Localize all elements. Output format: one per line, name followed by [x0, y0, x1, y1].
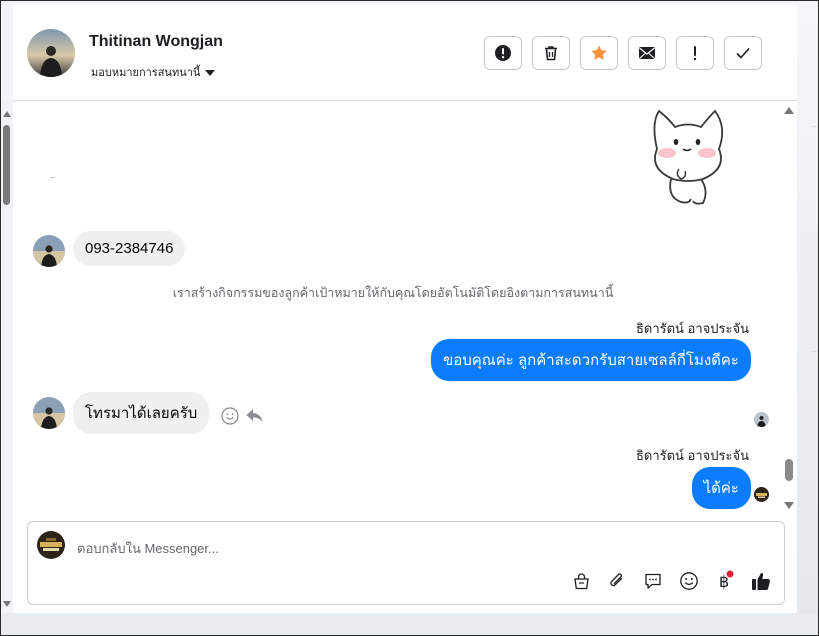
emoji-icon[interactable]: [678, 570, 700, 592]
cat-sticker: [653, 109, 724, 205]
delete-button[interactable]: [532, 36, 570, 70]
thread-scroll-up-icon[interactable]: [784, 107, 794, 114]
check-icon: [736, 47, 750, 59]
alert-circle-icon: [495, 45, 511, 61]
page-avatar: [37, 531, 65, 559]
page-avatar-small: [754, 487, 769, 502]
reply-input[interactable]: ตอบกลับใน Messenger...: [77, 538, 219, 559]
reply-arrow-icon[interactable]: [245, 407, 264, 424]
contact-avatar[interactable]: [27, 29, 75, 77]
caret-down-icon: [205, 70, 216, 77]
reply-composer[interactable]: ตอบกลับใน Messenger... ฿: [27, 521, 785, 605]
mark-done-button[interactable]: [724, 36, 762, 70]
assign-label: มอบหมายการสนทนานี้: [91, 67, 201, 79]
system-note: เราสร้างกิจกรรมของลูกค้าเป้าหมายให้กับคุ…: [172, 286, 614, 300]
shopping-bag-icon[interactable]: [570, 570, 592, 592]
outgoing-message[interactable]: ขอบคุณค่ะ ลูกค้าสะดวกรับสายเซลล์กี่โมงดี…: [430, 339, 751, 381]
right-edge: [797, 1, 818, 635]
mark-spam-button[interactable]: [484, 36, 522, 70]
star-button[interactable]: [580, 36, 618, 70]
smiley-icon[interactable]: [221, 407, 239, 425]
read-receipt-avatar: [754, 412, 769, 427]
left-scrollbar[interactable]: [1, 101, 13, 613]
incoming-message[interactable]: 093-2384746: [73, 231, 186, 266]
outgoing-message[interactable]: ได้ค่ะ: [691, 467, 751, 509]
thread-scroll-thumb[interactable]: [785, 459, 793, 481]
bottom-edge: [1, 613, 818, 635]
exclamation-icon: [693, 46, 697, 61]
paperclip-icon[interactable]: [606, 570, 628, 592]
trash-icon: [545, 46, 557, 61]
scroll-thumb[interactable]: [3, 125, 10, 205]
inbox-frame: Thitinan Wongjan มอบหมายการสนทนานี้ 093-…: [0, 0, 819, 636]
message-thread[interactable]: 093-2384746 เราสร้างกิจกรรมของลูกค้าเป้า…: [13, 101, 797, 519]
saved-reply-icon[interactable]: [642, 570, 664, 592]
scroll-down-arrow-icon[interactable]: [3, 601, 11, 607]
sender-name: ธิดารัตน์ อาจประจัน: [635, 321, 749, 336]
contact-name: Thitinan Wongjan: [89, 33, 223, 50]
thread-scroll-down-icon[interactable]: [784, 502, 794, 509]
incoming-message[interactable]: โทรมาได้เลยครับ: [73, 392, 210, 434]
scroll-up-arrow-icon[interactable]: [3, 111, 11, 117]
partial-divider: [51, 177, 55, 178]
assign-conversation-dropdown[interactable]: มอบหมายการสนทนานี้: [91, 63, 216, 81]
conversation-panel: Thitinan Wongjan มอบหมายการสนทนานี้ 093-…: [13, 5, 797, 613]
conversation-header: Thitinan Wongjan มอบหมายการสนทนานี้: [13, 5, 797, 101]
contact-avatar-small[interactable]: [33, 397, 65, 429]
follow-up-button[interactable]: [676, 36, 714, 70]
contact-avatar-small[interactable]: [33, 235, 65, 267]
baht-payment-icon[interactable]: ฿: [714, 570, 736, 592]
mark-unread-button[interactable]: [628, 36, 666, 70]
envelope-icon: [639, 47, 655, 59]
star-icon: [591, 45, 607, 60]
thumbs-up-icon[interactable]: [750, 570, 772, 592]
sender-name: ธิดารัตน์ อาจประจัน: [635, 448, 749, 463]
